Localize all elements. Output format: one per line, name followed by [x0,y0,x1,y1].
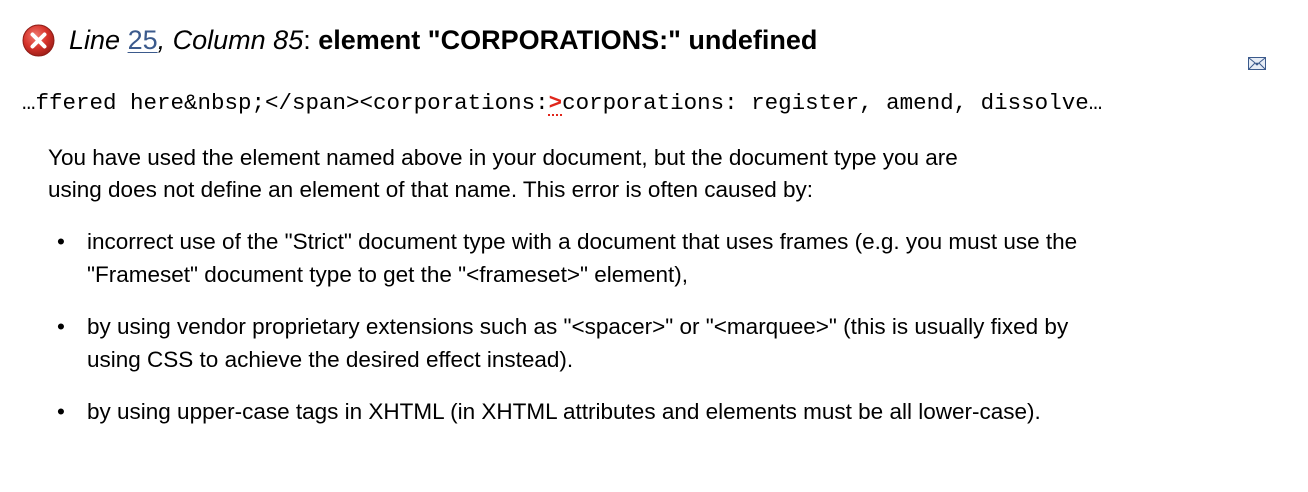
source-before: …ffered here&nbsp;</span><corporations: [22,90,549,116]
explanation-line-2: using does not define an element of that… [48,177,814,202]
heading-colon: : [303,25,311,55]
causes-list: • incorrect use of the "Strict" document… [48,225,1278,447]
error-header: Line 25, Column 85: element "CORPORATION… [22,20,817,60]
cause-1-line-2: "Frameset" document type to get the "<fr… [87,262,688,287]
list-item: • by using vendor proprietary extensions… [48,310,1278,376]
list-item: • by using upper-case tags in XHTML (in … [48,395,1278,428]
list-item: • incorrect use of the "Strict" document… [48,225,1278,291]
cause-1-line-1: incorrect use of the "Strict" document t… [87,229,1078,254]
error-heading: Line 25, Column 85: element "CORPORATION… [69,20,817,60]
bullet: • [57,229,65,254]
cause-3-line-1: by using upper-case tags in XHTML (in XH… [87,399,1041,424]
bullet: • [57,399,65,424]
envelope-icon[interactable] [1248,57,1266,70]
cause-2-line-1: by using vendor proprietary extensions s… [87,314,1069,339]
source-after: corporations: register, amend, dissolve… [562,90,1103,116]
line-number-link[interactable]: 25 [128,25,158,55]
source-excerpt: …ffered here&nbsp;</span><corporations:>… [22,88,1102,118]
error-message: element "CORPORATIONS:" undefined [318,25,818,55]
separator: , [157,25,166,55]
column-label: Column 85 [172,25,304,55]
error-position-marker: > [548,90,563,116]
bullet: • [57,314,65,339]
line-label: Line [69,25,121,55]
cause-2-line-2: using CSS to achieve the desired effect … [87,347,574,372]
error-explanation: You have used the element named above in… [48,142,1228,206]
explanation-line-1: You have used the element named above in… [48,145,958,170]
error-icon [22,24,55,57]
